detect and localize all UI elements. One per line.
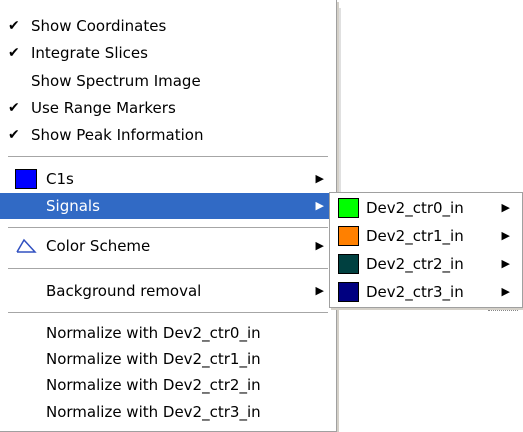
color-scheme-icon <box>16 238 37 253</box>
menu-separator <box>8 268 328 270</box>
color-swatch-icon <box>338 254 359 274</box>
menu-item-show-peak-information[interactable]: ✔ Show Peak Information <box>0 122 336 148</box>
menu-item-label: Show Coordinates <box>31 17 167 35</box>
menu-item-label: Color Scheme <box>46 237 151 255</box>
menu-item-label: Integrate Slices <box>31 44 148 62</box>
menu-item-use-range-markers[interactable]: ✔ Use Range Markers <box>0 95 336 121</box>
submenu-arrow-icon: ▶ <box>501 257 510 270</box>
submenu-item-label: Dev2_ctr0_in <box>366 199 464 217</box>
menu-item-signals[interactable]: Signals ▶ <box>0 193 336 219</box>
checkmark-icon: ✔ <box>8 127 20 143</box>
menu-item-show-coordinates[interactable]: ✔ Show Coordinates <box>0 13 336 39</box>
submenu-arrow-icon: ▶ <box>501 229 510 242</box>
checkmark-icon: ✔ <box>8 100 20 116</box>
menu-separator <box>8 156 328 158</box>
checkmark-icon: ✔ <box>8 45 20 61</box>
menu-separator <box>8 227 328 229</box>
color-swatch-icon <box>338 282 359 302</box>
menu-item-color-scheme[interactable]: Color Scheme ▶ <box>0 233 336 259</box>
checkmark-icon: ✔ <box>8 18 20 34</box>
menu-item-show-spectrum-image[interactable]: Show Spectrum Image <box>0 68 336 94</box>
menu-item-label: Use Range Markers <box>31 99 176 117</box>
menu-item-label: Normalize with Dev2_ctr2_in <box>46 376 261 394</box>
submenu-arrow-icon: ▶ <box>315 239 324 252</box>
menu-item-background-removal[interactable]: Background removal ▶ <box>0 278 336 304</box>
context-menu: ✔ Show Coordinates ✔ Integrate Slices Sh… <box>0 0 337 432</box>
submenu-item-dev2-ctr3[interactable]: Dev2_ctr3_in ▶ <box>330 278 522 306</box>
submenu-item-label: Dev2_ctr3_in <box>366 283 464 301</box>
background-plot-tick <box>488 310 518 312</box>
menu-item-label: C1s <box>46 170 74 188</box>
submenu-item-dev2-ctr2[interactable]: Dev2_ctr2_in ▶ <box>330 250 522 278</box>
menu-item-normalize-ctr1[interactable]: Normalize with Dev2_ctr1_in <box>0 346 336 372</box>
submenu-arrow-icon: ▶ <box>315 199 324 212</box>
menu-item-normalize-ctr0[interactable]: Normalize with Dev2_ctr0_in <box>0 320 336 346</box>
submenu-arrow-icon: ▶ <box>315 284 324 297</box>
submenu-item-label: Dev2_ctr1_in <box>366 227 464 245</box>
submenu-arrow-icon: ▶ <box>315 172 324 185</box>
menu-item-label: Normalize with Dev2_ctr3_in <box>46 403 261 421</box>
menu-item-normalize-ctr3[interactable]: Normalize with Dev2_ctr3_in <box>0 399 336 425</box>
submenu-arrow-icon: ▶ <box>501 285 510 298</box>
menu-item-c1s[interactable]: C1s ▶ <box>0 166 336 192</box>
color-swatch-icon <box>338 198 359 218</box>
submenu-item-dev2-ctr0[interactable]: Dev2_ctr0_in ▶ <box>330 194 522 222</box>
menu-item-label: Normalize with Dev2_ctr0_in <box>46 324 261 342</box>
menu-item-integrate-slices[interactable]: ✔ Integrate Slices <box>0 40 336 66</box>
menu-item-label: Normalize with Dev2_ctr1_in <box>46 350 261 368</box>
menu-item-label: Show Spectrum Image <box>31 72 201 90</box>
submenu-arrow-icon: ▶ <box>501 201 510 214</box>
submenu-item-label: Dev2_ctr2_in <box>366 255 464 273</box>
color-swatch-icon <box>338 226 359 246</box>
menu-item-label: Background removal <box>46 282 202 300</box>
menu-separator <box>8 312 328 314</box>
menu-item-label: Signals <box>46 197 100 215</box>
signals-submenu: Dev2_ctr0_in ▶ Dev2_ctr1_in ▶ Dev2_ctr2_… <box>329 192 523 308</box>
menu-item-normalize-ctr2[interactable]: Normalize with Dev2_ctr2_in <box>0 372 336 398</box>
color-swatch-icon <box>15 169 37 189</box>
submenu-item-dev2-ctr1[interactable]: Dev2_ctr1_in ▶ <box>330 222 522 250</box>
menu-item-label: Show Peak Information <box>31 126 204 144</box>
